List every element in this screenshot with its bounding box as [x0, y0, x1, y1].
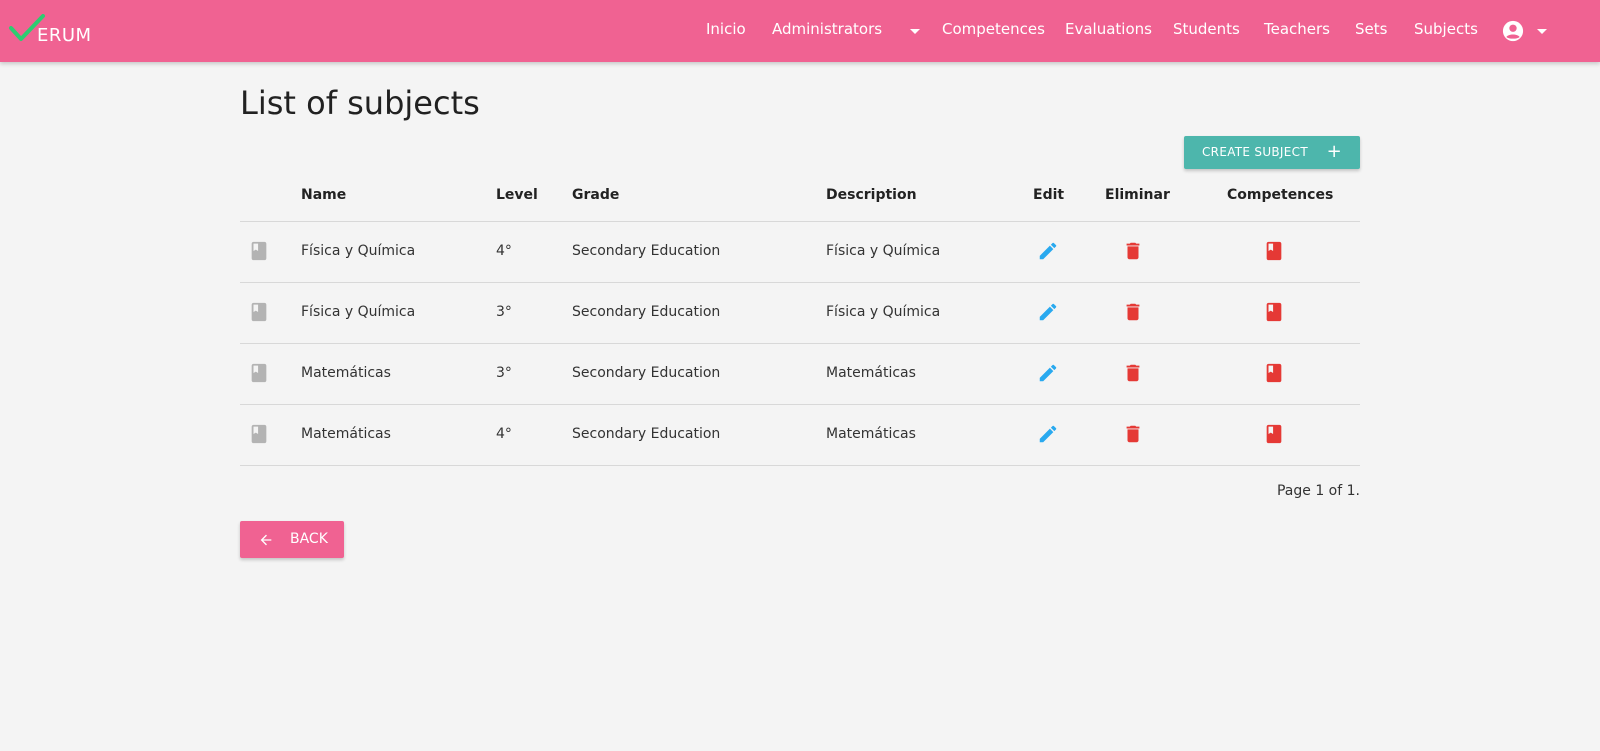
back-button[interactable]: BACK — [240, 521, 344, 558]
cell-grade: Secondary Education — [572, 426, 721, 442]
cell-grade: Secondary Education — [572, 365, 721, 381]
account-dropdown-icon[interactable] — [1537, 29, 1547, 34]
page-title: List of subjects — [240, 84, 480, 122]
cell-level: 3° — [496, 304, 512, 320]
nav-administrators[interactable]: Administrators — [772, 20, 882, 38]
table-row: Matemáticas 3° Secondary Education Matem… — [240, 344, 1360, 405]
table-row: Física y Química 4° Secondary Education … — [240, 222, 1360, 283]
pencil-icon[interactable] — [1037, 423, 1059, 445]
pagination-text: Page 1 of 1. — [1276, 483, 1360, 499]
back-button-label: BACK — [290, 531, 328, 547]
cell-grade: Secondary Education — [572, 304, 721, 320]
account-circle-icon[interactable] — [1502, 20, 1524, 42]
book-icon — [248, 362, 270, 384]
cell-description: Física y Química — [826, 304, 941, 320]
table-header: Name Level Grade Description Edit Elimin… — [240, 178, 1360, 222]
brand-logo[interactable]: ERUM — [8, 12, 108, 48]
cell-name: Física y Química — [301, 304, 416, 320]
trash-icon[interactable] — [1122, 301, 1144, 323]
create-subject-button[interactable]: CREATE SUBJECT + — [1184, 136, 1360, 169]
trash-icon[interactable] — [1122, 362, 1144, 384]
create-subject-label: CREATE SUBJECT — [1202, 145, 1308, 159]
bookmark-book-icon[interactable] — [1263, 240, 1285, 262]
header-competences: Competences — [1227, 187, 1334, 203]
nav-subjects[interactable]: Subjects — [1414, 20, 1478, 38]
header-description: Description — [826, 187, 917, 203]
trash-icon[interactable] — [1122, 240, 1144, 262]
bookmark-book-icon[interactable] — [1263, 423, 1285, 445]
cell-description: Física y Química — [826, 243, 941, 259]
nav-sets[interactable]: Sets — [1355, 20, 1387, 38]
trash-icon[interactable] — [1122, 423, 1144, 445]
book-icon — [248, 301, 270, 323]
pencil-icon[interactable] — [1037, 362, 1059, 384]
cell-description: Matemáticas — [826, 365, 916, 381]
bookmark-book-icon[interactable] — [1263, 362, 1285, 384]
cell-description: Matemáticas — [826, 426, 916, 442]
nav-students[interactable]: Students — [1173, 20, 1240, 38]
table-row: Física y Química 3° Secondary Education … — [240, 283, 1360, 344]
header-grade: Grade — [572, 187, 620, 203]
header-delete: Eliminar — [1105, 187, 1170, 203]
plus-icon: + — [1326, 141, 1342, 162]
pencil-icon[interactable] — [1037, 240, 1059, 262]
top-navbar: ERUM Inicio Administrators Competences E… — [0, 0, 1600, 62]
cell-level: 4° — [496, 426, 512, 442]
arrow-left-icon — [260, 534, 272, 546]
subjects-table: Name Level Grade Description Edit Elimin… — [240, 178, 1360, 466]
nav-inicio[interactable]: Inicio — [706, 20, 746, 38]
cell-grade: Secondary Education — [572, 243, 721, 259]
nav-teachers[interactable]: Teachers — [1264, 20, 1330, 38]
pencil-icon[interactable] — [1037, 301, 1059, 323]
cell-level: 3° — [496, 365, 512, 381]
table-row: Matemáticas 4° Secondary Education Matem… — [240, 405, 1360, 466]
cell-name: Matemáticas — [301, 426, 391, 442]
header-edit: Edit — [1033, 187, 1065, 203]
book-icon — [248, 423, 270, 445]
administrators-dropdown-icon[interactable] — [910, 29, 920, 34]
header-name: Name — [301, 187, 347, 203]
header-level: Level — [496, 187, 538, 203]
nav-competences[interactable]: Competences — [942, 20, 1045, 38]
brand-text: ERUM — [37, 25, 92, 46]
book-icon — [248, 240, 270, 262]
cell-level: 4° — [496, 243, 512, 259]
nav-evaluations[interactable]: Evaluations — [1065, 20, 1152, 38]
cell-name: Física y Química — [301, 243, 416, 259]
cell-name: Matemáticas — [301, 365, 391, 381]
bookmark-book-icon[interactable] — [1263, 301, 1285, 323]
